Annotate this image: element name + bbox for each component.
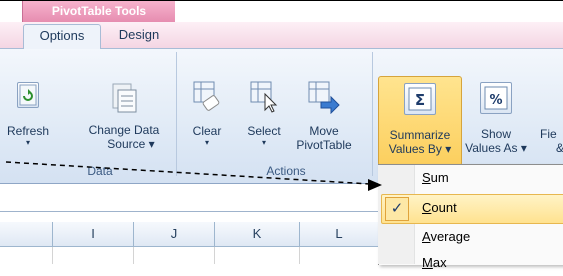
tab-options[interactable]: Options xyxy=(23,24,101,49)
excel-window: PivotTable Tools Options Design Refresh … xyxy=(0,0,563,270)
